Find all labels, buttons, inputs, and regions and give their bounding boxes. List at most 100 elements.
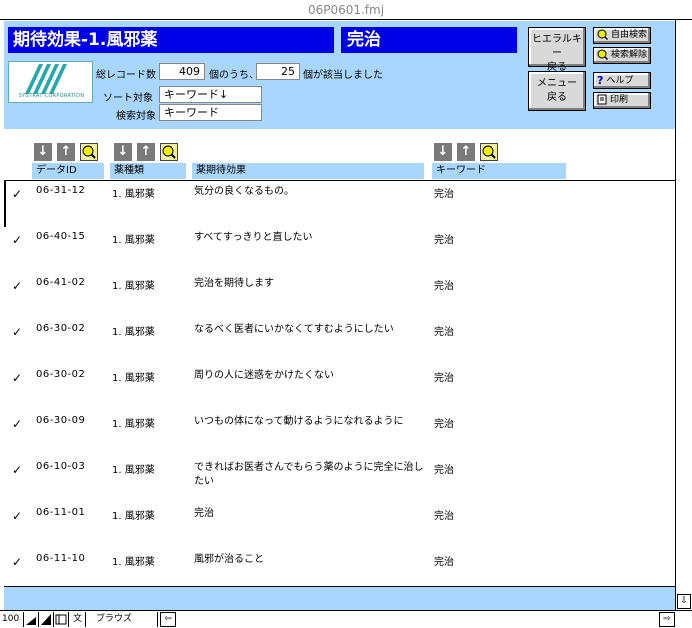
total-records-label: 総レコード数 bbox=[96, 70, 156, 81]
cell-drug-type: 1. 風邪薬 bbox=[112, 465, 155, 476]
cell-data-id: 06-30-09 bbox=[36, 415, 86, 426]
print-label: 印刷 bbox=[610, 95, 629, 105]
menu-back-line1: メニュー bbox=[537, 78, 577, 89]
cell-data-id: 06-40-15 bbox=[36, 231, 86, 242]
help-button[interactable]: ? ヘルプ bbox=[593, 72, 651, 89]
current-record-marker bbox=[4, 181, 6, 227]
menu-back-line2: 戻る bbox=[547, 92, 567, 103]
zoom-out-icon[interactable] bbox=[25, 612, 39, 627]
cell-drug-type: 1. 風邪薬 bbox=[112, 281, 155, 292]
table-row[interactable]: ✓ 06-31-12 1. 風邪薬 気分の良くなるもの。 完治 bbox=[4, 181, 675, 227]
cell-keyword: 完治 bbox=[434, 419, 454, 430]
table-row[interactable]: ✓ 06-11-10 1. 風邪薬 風邪が治ること 完治 bbox=[4, 549, 675, 585]
search-target-label: 検索対象 bbox=[116, 111, 156, 122]
check-icon[interactable]: ✓ bbox=[12, 371, 22, 385]
sort-ascending-type-button[interactable]: ↑ bbox=[137, 143, 155, 161]
keyword-title: 完治 bbox=[341, 27, 517, 53]
search-target-field[interactable]: キーワード bbox=[159, 104, 262, 121]
find-keyword-button[interactable] bbox=[480, 143, 498, 161]
found-count: 25 bbox=[256, 63, 300, 80]
total-records-count: 409 bbox=[159, 63, 205, 80]
cell-keyword: 完治 bbox=[434, 281, 454, 292]
scroll-left-arrow[interactable]: ⇦ bbox=[160, 612, 176, 627]
cell-expected-effect: できればお医者さんでもらう薬のように完全に治したい bbox=[194, 462, 424, 487]
cell-expected-effect: なるべく医者にいかなくてすむようにしたい bbox=[194, 324, 394, 335]
free-search-label: 自由検索 bbox=[611, 30, 648, 40]
sort-descending-type-button[interactable]: ↓ bbox=[114, 143, 132, 161]
free-search-button[interactable]: 自由検索 bbox=[593, 27, 651, 44]
scroll-down-arrow[interactable]: ⇩ bbox=[677, 594, 691, 609]
cell-expected-effect: いつもの体になって動けるようになれるように bbox=[194, 416, 404, 427]
cell-expected-effect: 完治を期待します bbox=[194, 278, 274, 289]
column-header-keyword: キーワード bbox=[432, 163, 566, 179]
hierarchy-back-line1: ヒエラルキー bbox=[532, 34, 582, 59]
header-panel: 期待効果-1.風邪薬 完治 SYSTRAT CORPORATION 総レコード数… bbox=[4, 21, 675, 129]
cell-drug-type: 1. 風邪薬 bbox=[112, 419, 155, 430]
sort-target-field[interactable]: キーワード↓ bbox=[159, 86, 262, 103]
mode-selector[interactable]: ブラウズ bbox=[88, 612, 158, 627]
search-clear-button[interactable]: 検索解除 bbox=[593, 47, 651, 64]
check-icon[interactable]: ✓ bbox=[12, 325, 22, 339]
table-row[interactable]: ✓ 06-30-02 1. 風邪薬 周りの人に迷惑をかけたくない 完治 bbox=[4, 365, 675, 411]
company-logo: SYSTRAT CORPORATION bbox=[8, 61, 93, 103]
sort-target-label: ソート対象 bbox=[103, 93, 153, 104]
page-title: 期待効果-1.風邪薬 bbox=[8, 27, 334, 53]
cell-expected-effect: 完治 bbox=[194, 508, 214, 519]
window-title: 06P0601.fmj bbox=[0, 0, 692, 20]
sort-descending-id-button[interactable]: ↓ bbox=[34, 143, 52, 161]
hierarchy-back-button[interactable]: ヒエラルキー 戻る bbox=[528, 27, 586, 73]
find-id-button[interactable] bbox=[80, 143, 98, 161]
cell-data-id: 06-11-01 bbox=[36, 507, 86, 518]
status-bar: 100 文 ブラウズ ⇦ ⇨ bbox=[0, 610, 692, 628]
cell-data-id: 06-41-02 bbox=[36, 277, 86, 288]
table-row[interactable]: ✓ 06-30-09 1. 風邪薬 いつもの体になって動けるようになれるように 完治 bbox=[4, 411, 675, 457]
cell-drug-type: 1. 風邪薬 bbox=[112, 189, 155, 200]
column-header-drug-type: 薬種類 bbox=[110, 163, 186, 179]
cell-expected-effect: 気分の良くなるもの。 bbox=[194, 186, 294, 197]
check-icon[interactable]: ✓ bbox=[12, 279, 22, 293]
of-label: 個のうち、 bbox=[209, 70, 259, 81]
check-icon[interactable]: ✓ bbox=[12, 555, 22, 569]
zoom-in-icon[interactable] bbox=[40, 612, 54, 627]
sort-ascending-id-button[interactable]: ↑ bbox=[57, 143, 75, 161]
print-button[interactable]: 印刷 bbox=[593, 92, 651, 109]
column-header-area: ↓ ↑ ↓ ↑ ↓ ↑ データID 薬種類 薬期待効果 キーワード bbox=[4, 129, 675, 181]
cell-expected-effect: すべてすっきりと直したい bbox=[194, 232, 313, 243]
vertical-scrollbar[interactable] bbox=[675, 20, 692, 610]
input-mode-icon[interactable]: 文 bbox=[70, 612, 86, 627]
table-row[interactable]: ✓ 06-11-01 1. 風邪薬 完治 完治 bbox=[4, 503, 675, 549]
cell-drug-type: 1. 風邪薬 bbox=[112, 373, 155, 384]
search-icon bbox=[597, 29, 608, 40]
cell-expected-effect: 風邪が治ること bbox=[194, 554, 264, 565]
record-list[interactable]: ✓ 06-31-12 1. 風邪薬 気分の良くなるもの。 完治 ✓ 06-40-15 1. 風… bbox=[4, 181, 675, 585]
table-row[interactable]: ✓ 06-41-02 1. 風邪薬 完治を期待します 完治 bbox=[4, 273, 675, 319]
check-icon[interactable]: ✓ bbox=[12, 187, 22, 201]
zoom-level[interactable]: 100 bbox=[0, 612, 24, 627]
table-row[interactable]: ✓ 06-10-03 1. 風邪薬 できればお医者さんでもらう薬のように完全に治したい… bbox=[4, 457, 675, 503]
menu-back-button[interactable]: メニュー 戻る bbox=[528, 71, 586, 111]
cell-data-id: 06-30-02 bbox=[36, 323, 86, 334]
footer-band bbox=[4, 586, 675, 610]
check-icon[interactable]: ✓ bbox=[12, 509, 22, 523]
column-header-expected-effect: 薬期待効果 bbox=[192, 163, 424, 179]
magnifier-icon bbox=[482, 145, 496, 159]
scroll-right-arrow[interactable]: ⇨ bbox=[659, 612, 675, 627]
status-area-toggle-icon[interactable] bbox=[55, 612, 69, 627]
table-row[interactable]: ✓ 06-40-15 1. 風邪薬 すべてすっきりと直したい 完治 bbox=[4, 227, 675, 273]
check-icon[interactable]: ✓ bbox=[12, 417, 22, 431]
cell-expected-effect: 周りの人に迷惑をかけたくない bbox=[194, 370, 334, 381]
find-type-button[interactable] bbox=[160, 143, 178, 161]
cell-data-id: 06-10-03 bbox=[36, 461, 86, 472]
logo-text: SYSTRAT CORPORATION bbox=[18, 93, 85, 99]
search-clear-label: 検索解除 bbox=[611, 50, 648, 60]
sort-ascending-keyword-button[interactable]: ↑ bbox=[457, 143, 475, 161]
cell-drug-type: 1. 風邪薬 bbox=[112, 511, 155, 522]
cell-keyword: 完治 bbox=[434, 327, 454, 338]
check-icon[interactable]: ✓ bbox=[12, 233, 22, 247]
cell-keyword: 完治 bbox=[434, 235, 454, 246]
found-label: 個が該当しました bbox=[303, 70, 383, 81]
check-icon[interactable]: ✓ bbox=[12, 463, 22, 477]
sort-descending-keyword-button[interactable]: ↓ bbox=[434, 143, 452, 161]
magnifier-icon bbox=[162, 145, 176, 159]
table-row[interactable]: ✓ 06-30-02 1. 風邪薬 なるべく医者にいかなくてすむようにしたい 完治 bbox=[4, 319, 675, 365]
